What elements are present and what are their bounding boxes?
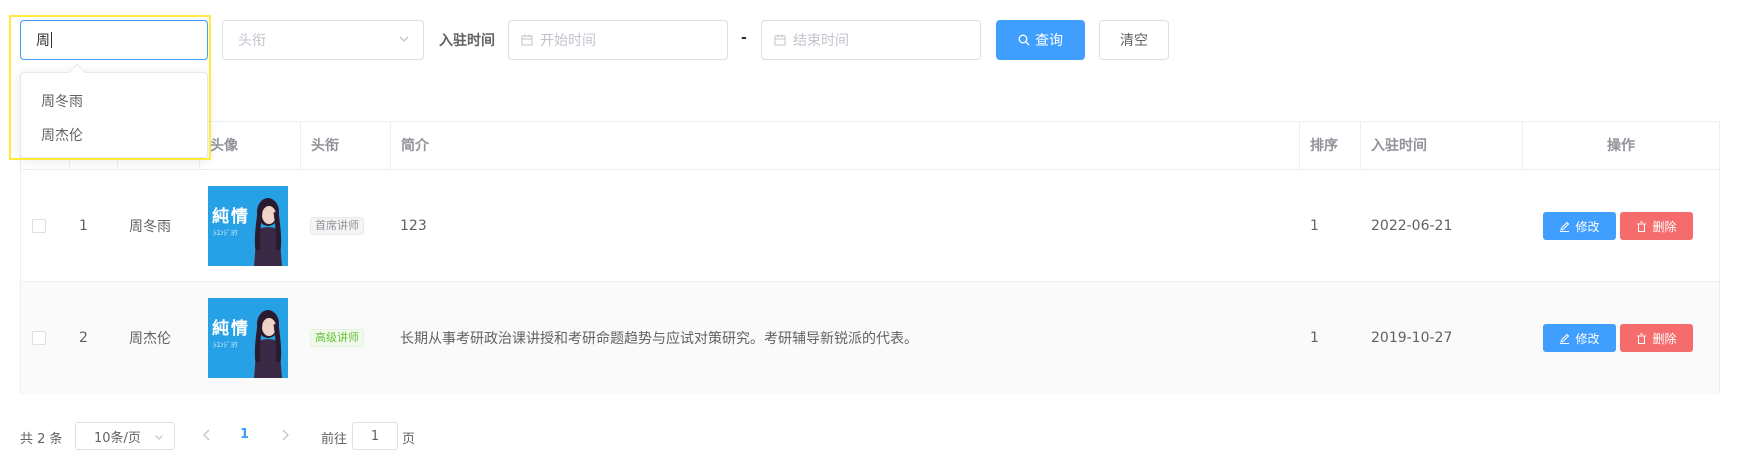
start-date-picker[interactable]: 开始时间 bbox=[508, 20, 728, 60]
pagination: 共 2 条 10条/页 1 前往 1 页 bbox=[0, 421, 1740, 451]
row-sort: 1 bbox=[1310, 330, 1319, 346]
row-title-cell: 高级讲师 bbox=[300, 282, 364, 394]
row-name: 周冬雨 bbox=[129, 219, 171, 235]
header-title: 头衔 bbox=[311, 138, 339, 154]
table-row: 1 周冬雨 純情 ｼﾕﾝｼﾞﾖｳ 首席讲师 123 1 2022-06-21 修… bbox=[21, 170, 1719, 282]
calendar-icon bbox=[521, 34, 533, 46]
avatar-image: 純情 ｼﾕﾝｼﾞﾖｳ bbox=[208, 186, 288, 266]
row-intro: 长期从事考研政治课讲授和考研命题趋势与应试对策研究。考研辅导新锐派的代表。 bbox=[400, 331, 918, 347]
row-join-date: 2019-10-27 bbox=[1371, 330, 1453, 346]
current-page-number[interactable]: 1 bbox=[240, 427, 249, 442]
edit-button[interactable]: 修改 bbox=[1543, 324, 1616, 352]
suggestion-item[interactable]: 周冬雨 bbox=[41, 91, 83, 111]
row-name: 周杰伦 bbox=[129, 331, 171, 347]
row-title-cell: 首席讲师 bbox=[300, 170, 364, 282]
search-button-label: 查询 bbox=[1035, 33, 1063, 49]
chevron-down-icon bbox=[155, 435, 163, 440]
avatar-text: 純情 bbox=[212, 319, 250, 339]
edit-button-label: 修改 bbox=[1575, 219, 1600, 234]
edit-button-label: 修改 bbox=[1575, 331, 1600, 346]
person-illustration bbox=[254, 198, 282, 266]
row-avatar-cell: 純情 ｼﾕﾝｼﾞﾖｳ bbox=[199, 282, 288, 394]
calendar-icon bbox=[774, 34, 786, 46]
row-actions: 修改 删除 bbox=[1522, 282, 1693, 394]
edit-icon bbox=[1560, 221, 1570, 232]
row-actions: 修改 删除 bbox=[1522, 170, 1693, 282]
edit-button[interactable]: 修改 bbox=[1543, 212, 1616, 240]
autocomplete-dropdown: 周冬雨 周杰伦 bbox=[20, 63, 208, 158]
row-index: 1 bbox=[79, 218, 88, 234]
search-button[interactable]: 查询 bbox=[996, 20, 1085, 60]
avatar-subtext: ｼﾕﾝｼﾞﾖｳ bbox=[213, 341, 238, 349]
name-search-input[interactable]: 周 bbox=[20, 20, 208, 60]
clear-button[interactable]: 清空 bbox=[1099, 20, 1169, 60]
search-icon bbox=[1018, 34, 1030, 46]
delete-button[interactable]: 删除 bbox=[1620, 212, 1693, 240]
title-tag: 首席讲师 bbox=[310, 217, 364, 235]
row-checkbox-cell bbox=[21, 282, 69, 394]
end-date-placeholder: 结束时间 bbox=[793, 33, 849, 49]
title-select[interactable]: 头衔 bbox=[222, 20, 424, 60]
page-size-value: 10条/页 bbox=[94, 430, 141, 446]
title-tag: 高级讲师 bbox=[310, 329, 364, 347]
goto-label: 前往 bbox=[321, 432, 348, 447]
title-select-placeholder: 头衔 bbox=[238, 33, 266, 49]
row-checkbox-cell bbox=[21, 170, 69, 282]
search-toolbar: 周 头衔 入驻时间 开始时间 - 结束时间 查询 清空 bbox=[0, 0, 1740, 70]
delete-button[interactable]: 删除 bbox=[1620, 324, 1693, 352]
text-caret bbox=[51, 32, 52, 48]
page-unit-label: 页 bbox=[402, 432, 416, 447]
date-separator: - bbox=[741, 30, 747, 46]
page-size-select[interactable]: 10条/页 bbox=[75, 422, 175, 450]
avatar-text: 純情 bbox=[212, 207, 250, 227]
row-checkbox[interactable] bbox=[32, 331, 46, 345]
edit-icon bbox=[1560, 333, 1570, 344]
trash-icon bbox=[1637, 221, 1647, 232]
avatar-image: 純情 ｼﾕﾝｼﾞﾖｳ bbox=[208, 298, 288, 378]
goto-page-input[interactable]: 1 bbox=[352, 422, 398, 450]
end-date-picker[interactable]: 结束时间 bbox=[761, 20, 981, 60]
delete-button-label: 删除 bbox=[1652, 219, 1677, 234]
suggestion-item[interactable]: 周杰伦 bbox=[41, 125, 83, 145]
join-time-label: 入驻时间 bbox=[439, 33, 495, 49]
row-intro: 123 bbox=[400, 218, 427, 234]
header-intro: 简介 bbox=[401, 138, 429, 154]
header-sort: 排序 bbox=[1310, 138, 1338, 154]
name-input-value: 周 bbox=[36, 33, 50, 49]
table-header: 头像 头衔 简介 排序 入驻时间 操作 bbox=[21, 122, 1719, 170]
chevron-down-icon bbox=[399, 36, 409, 42]
header-actions: 操作 bbox=[1607, 138, 1635, 154]
table-row: 2 周杰伦 純情 ｼﾕﾝｼﾞﾖｳ 高级讲师 长期从事考研政治课讲授和考研命题趋势… bbox=[21, 282, 1719, 394]
row-sort: 1 bbox=[1310, 218, 1319, 234]
next-page-icon[interactable] bbox=[278, 427, 292, 443]
teacher-table: 头像 头衔 简介 排序 入驻时间 操作 1 周冬雨 純情 ｼﾕﾝｼﾞﾖｳ 首席讲… bbox=[20, 121, 1720, 394]
pagination-total: 共 2 条 bbox=[20, 432, 63, 447]
row-avatar-cell: 純情 ｼﾕﾝｼﾞﾖｳ bbox=[199, 170, 288, 282]
clear-button-label: 清空 bbox=[1120, 33, 1148, 49]
person-illustration bbox=[254, 310, 282, 378]
avatar-subtext: ｼﾕﾝｼﾞﾖｳ bbox=[213, 229, 238, 237]
goto-page-value: 1 bbox=[370, 428, 380, 444]
row-checkbox[interactable] bbox=[32, 219, 46, 233]
row-index: 2 bbox=[79, 330, 88, 346]
prev-page-icon[interactable] bbox=[200, 427, 214, 443]
trash-icon bbox=[1637, 333, 1647, 344]
row-join-date: 2022-06-21 bbox=[1371, 218, 1453, 234]
delete-button-label: 删除 bbox=[1652, 331, 1677, 346]
header-join-date: 入驻时间 bbox=[1371, 138, 1427, 154]
start-date-placeholder: 开始时间 bbox=[540, 33, 596, 49]
